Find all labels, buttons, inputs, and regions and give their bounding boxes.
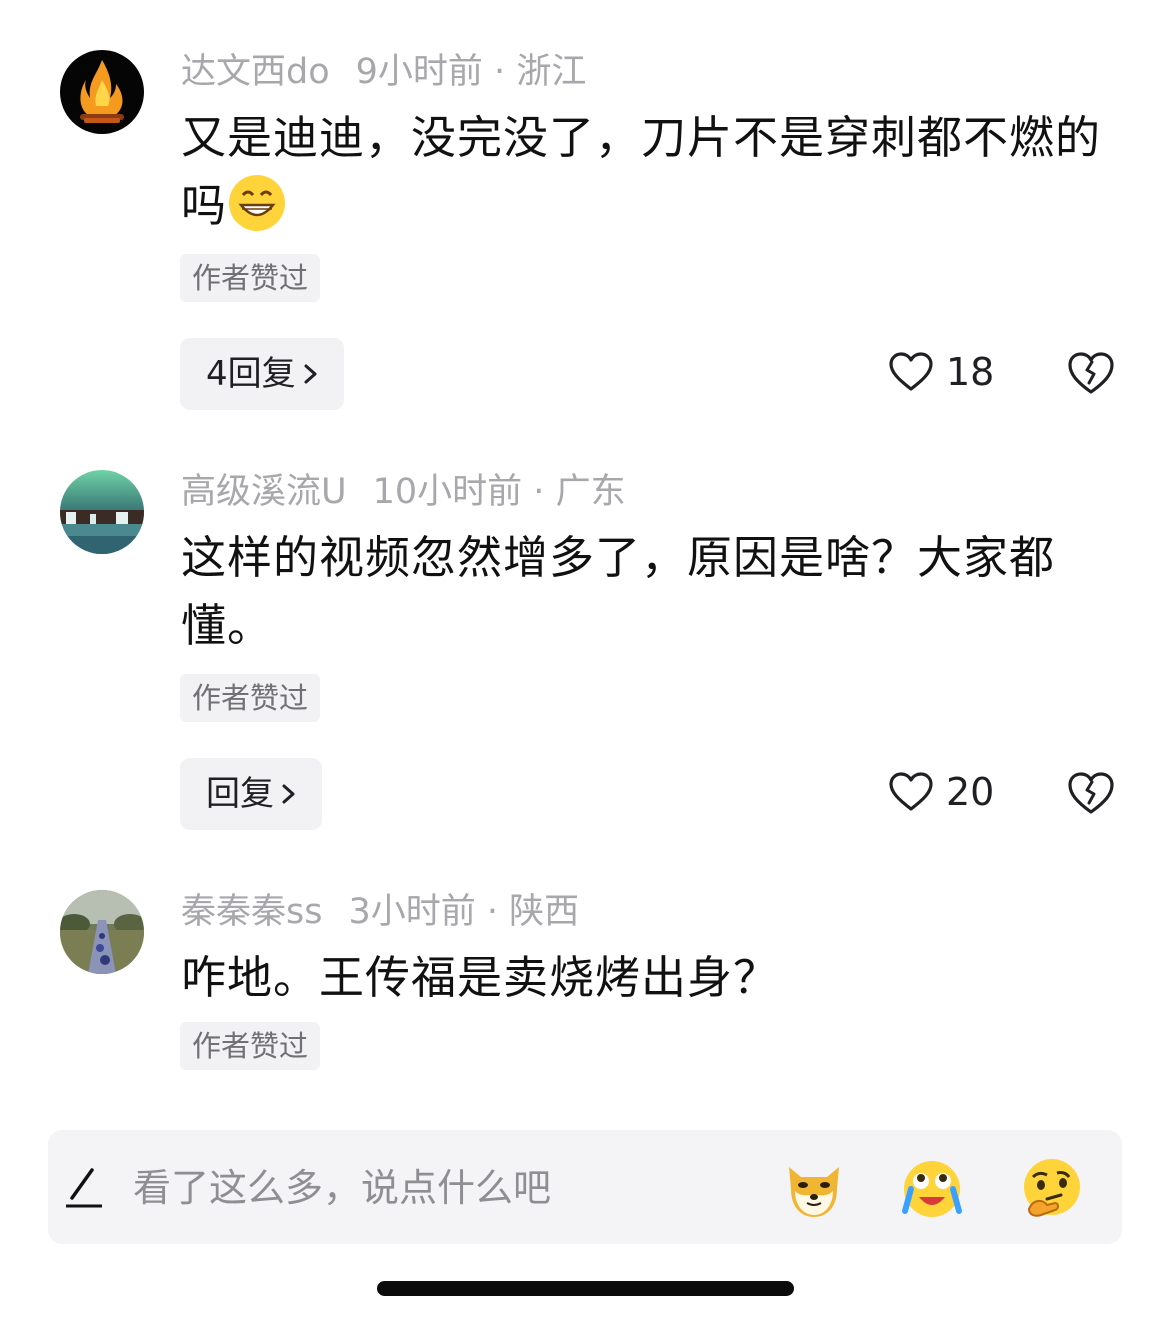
like-button[interactable]: 20 [888,770,994,814]
like-count: 18 [946,350,995,394]
reply-button[interactable]: 回复 [180,758,322,830]
thinking-face-sticker-icon[interactable] [1019,1155,1085,1221]
user-avatar[interactable] [60,470,144,554]
comment-text-content: 又是迪迪，没完没了，刀片不是穿刺都不燃的吗 [181,111,1102,232]
chevron-right-icon [304,364,317,384]
user-avatar[interactable] [60,50,144,134]
heart-icon [889,352,933,391]
home-indicator[interactable] [377,1281,794,1296]
chevron-right-icon [282,784,295,804]
reply-label: 4回复 [206,354,296,394]
comment-input-placeholder[interactable]: 看了这么多，说点什么吧 [133,1160,551,1216]
comment-time: 9小时前 [355,52,483,92]
comment-time: 10小时前 [372,472,523,512]
meta-separator: · [475,892,510,932]
comment-text: 这样的视频忽然增多了，原因是啥？大家都懂。 [181,531,1056,652]
comment-text: 咋地。王传福是卖烧烤出身？ [181,951,780,1004]
comment-text: 又是迪迪，没完没了，刀片不是穿刺都不燃的吗 [181,104,1121,240]
comment-location: 陕西 [509,892,580,932]
park-path-icon [60,890,144,974]
pen-icon [66,1168,102,1208]
bonfire-icon [80,60,124,123]
user-avatar[interactable] [60,890,144,974]
author-liked-tag: 作者赞过 [180,254,321,302]
aurora-waterfall-icon [60,470,144,554]
username[interactable]: 高级溪流U [181,472,347,512]
comment-location: 浙江 [516,52,587,92]
comment-meta: 秦秦秦ss 3小时前 · 陕西 [181,890,579,934]
username[interactable]: 达文西do [181,52,330,92]
like-button[interactable]: 18 [888,350,994,394]
username[interactable]: 秦秦秦ss [181,892,322,932]
like-count: 20 [946,770,995,814]
author-liked-tag: 作者赞过 [180,1022,321,1070]
reply-label: 回复 [206,774,274,814]
crying-laugh-sticker-icon[interactable] [899,1155,965,1221]
comment-location: 广东 [555,472,626,512]
view-replies-button[interactable]: 4回复 [180,338,344,410]
broken-heart-icon[interactable] [1066,350,1116,396]
grinning-face-emoji [229,175,286,231]
comment-time: 3小时前 [348,892,476,932]
broken-heart-icon[interactable] [1066,770,1116,816]
comment-meta: 高级溪流U 10小时前 · 广东 [181,470,626,514]
heart-icon [889,772,933,811]
comment-meta: 达文西do 9小时前 · 浙江 [181,50,586,94]
meta-separator: · [522,472,556,512]
author-liked-tag: 作者赞过 [180,674,321,722]
shiba-dog-sticker-icon[interactable] [781,1155,847,1221]
meta-separator: · [482,52,517,92]
